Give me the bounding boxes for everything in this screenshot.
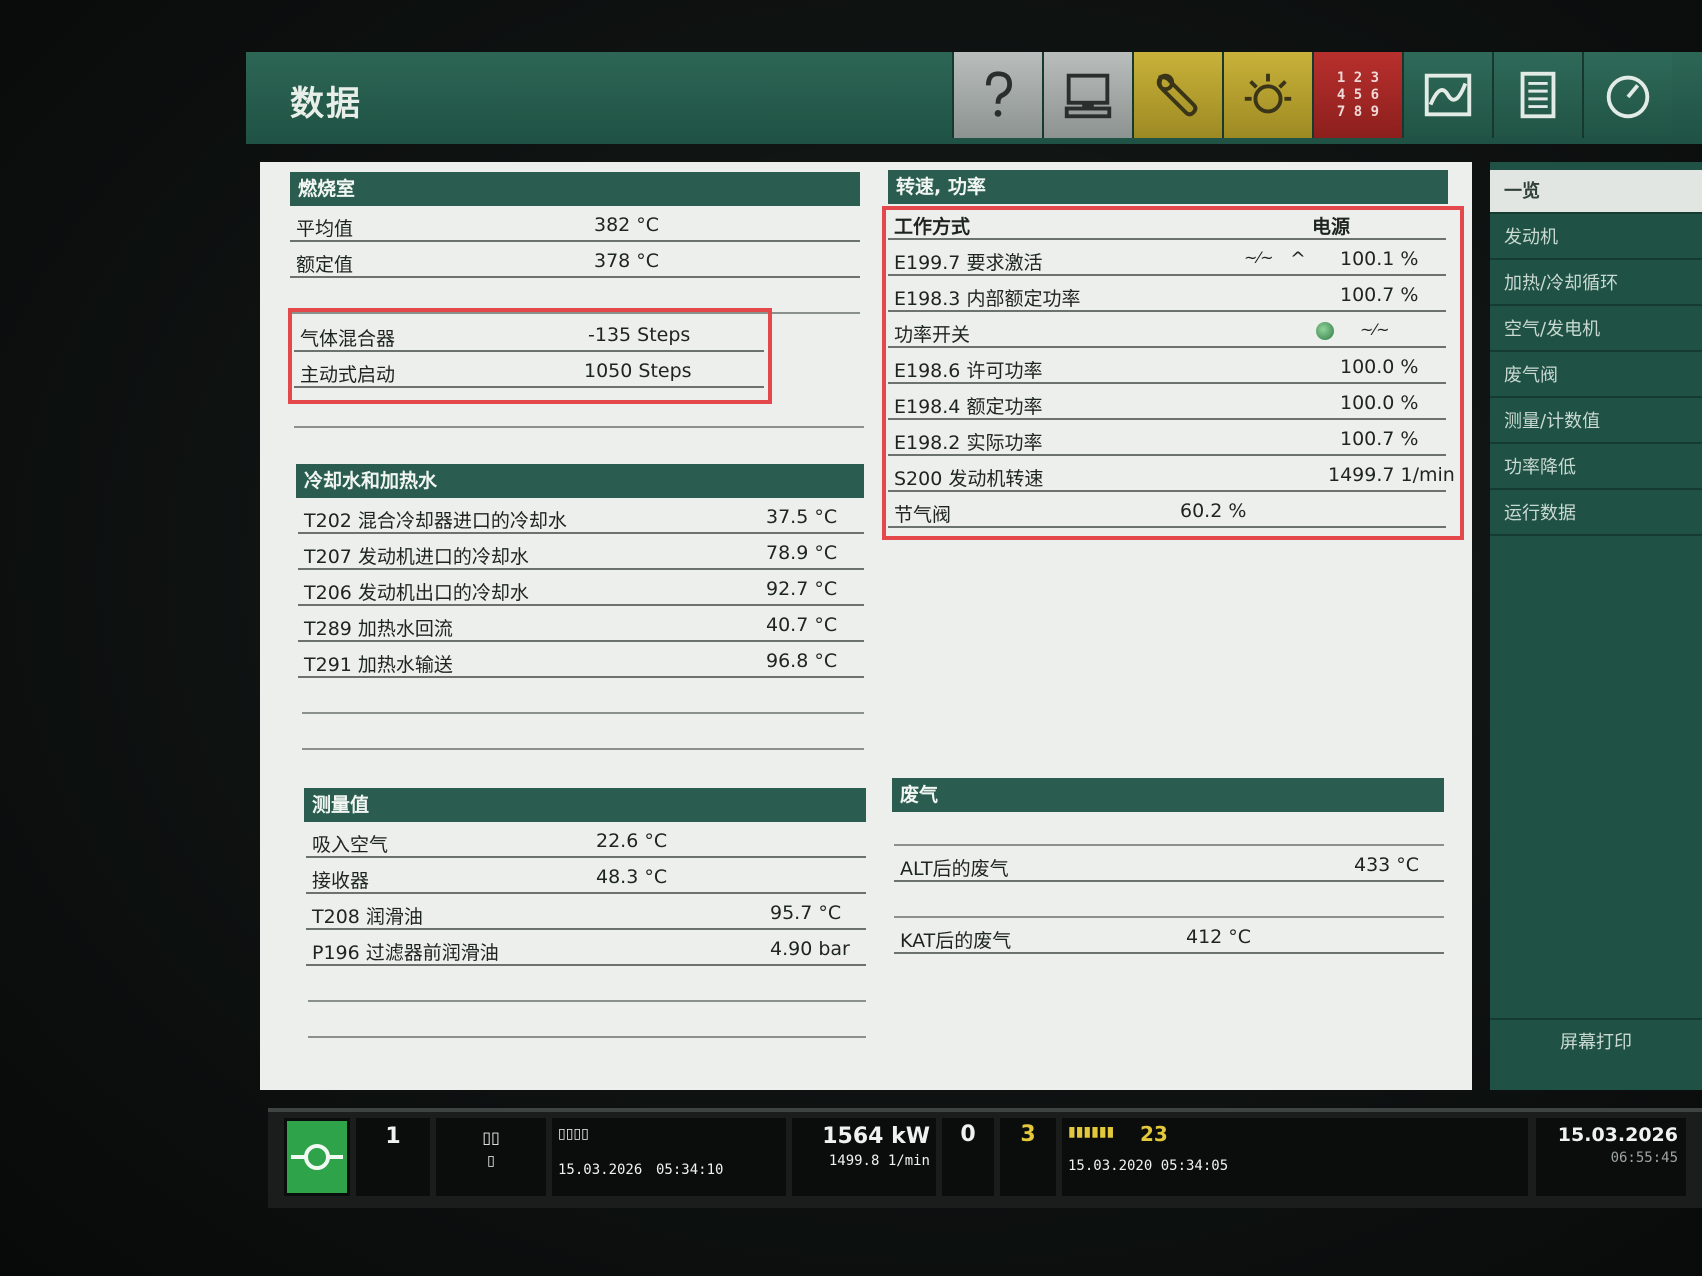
mode-bars-icon: ▯▯ — [482, 1128, 500, 1147]
alarm-bars-icon: ▮▮▮▮▮▮ — [1068, 1124, 1115, 1140]
empty-row — [302, 716, 864, 750]
event-bars-icon: ▯▯▯▯ — [558, 1126, 589, 1142]
table-row: T208 润滑油 95.7 °C — [306, 896, 866, 930]
table-row: P196 过滤器前润滑油 4.90 bar — [306, 932, 866, 966]
gauge-button[interactable] — [1582, 52, 1672, 138]
measured-header: 测量值 — [304, 788, 866, 822]
run-icon — [291, 1144, 343, 1170]
counter-b: 3 — [1000, 1118, 1056, 1196]
event-cell: ▯▯▯▯ 15.03.2026 05:34:10 — [552, 1118, 786, 1196]
exhaust-header: 废气 — [892, 778, 1444, 812]
current-date: 15.03.2026 — [1557, 1124, 1678, 1146]
gauge-icon — [1606, 75, 1650, 119]
trend-button[interactable] — [1402, 52, 1492, 138]
mode-small-icon: ▯ — [487, 1153, 495, 1169]
power-cell: 1564 kW 1499.8 1/min — [792, 1118, 936, 1196]
question-icon — [985, 71, 1013, 117]
table-row: ALT后的废气 433 °C — [894, 848, 1444, 882]
table-row: 接收器 48.3 °C — [306, 860, 866, 894]
sidebar-item-exhaust-valve[interactable]: 废气阀 — [1490, 354, 1702, 398]
counter-a: 0 — [942, 1118, 994, 1196]
table-row: T206 发动机出口的冷却水 92.7 °C — [298, 572, 864, 606]
table-row: T289 加热水回流 40.7 °C — [298, 608, 864, 642]
sidebar-item-overview[interactable]: 一览 — [1490, 170, 1702, 214]
sidebar-item-operating-data[interactable]: 运行数据 — [1490, 492, 1702, 536]
mode-indicator: ▯▯ ▯ — [436, 1118, 546, 1196]
keypad-icon: 1 2 3 4 5 6 7 8 9 — [1336, 69, 1380, 120]
lamp-button[interactable] — [1222, 52, 1312, 138]
sidebar: 一览 发动机 加热/冷却循环 空气/发电机 废气阀 测量/计数值 功率降低 运行… — [1490, 162, 1702, 1090]
lamp-icon — [1244, 73, 1292, 114]
empty-row — [294, 394, 864, 428]
speed-value: 1499.8 1/min — [828, 1153, 930, 1169]
table-row: KAT后的废气 412 °C — [894, 920, 1444, 954]
combustion-header: 燃烧室 — [290, 172, 860, 206]
alarm-cell[interactable]: ▮▮▮▮▮▮ 23 15.03.2020 05:34:05 — [1062, 1118, 1528, 1196]
alarm-count: 23 — [1140, 1122, 1168, 1146]
monitor-icon — [1064, 73, 1112, 119]
list-button[interactable] — [1492, 52, 1582, 138]
keypad-button[interactable]: 1 2 3 4 5 6 7 8 9 — [1312, 52, 1402, 138]
sidebar-item-engine[interactable]: 发动机 — [1490, 216, 1702, 260]
clock-cell: 15.03.2026 06:55:45 — [1536, 1118, 1686, 1196]
table-row: T202 混合冷却器进口的冷却水 37.5 °C — [298, 500, 864, 534]
speed-power-header: 转速, 功率 — [888, 170, 1448, 204]
document-list-icon — [1520, 71, 1556, 119]
empty-row — [302, 680, 864, 714]
trend-chart-icon — [1424, 73, 1472, 117]
highlight-box — [288, 308, 772, 404]
event-date: 15.03.2026 — [558, 1162, 643, 1178]
empty-row — [894, 812, 1444, 846]
table-row: T207 发动机进口的冷却水 78.9 °C — [298, 536, 864, 570]
sidebar-item-power-reduction[interactable]: 功率降低 — [1490, 446, 1702, 490]
service-button[interactable] — [1132, 52, 1222, 138]
sidebar-item-measurements[interactable]: 测量/计数值 — [1490, 400, 1702, 444]
table-row: 额定值 378 °C — [290, 244, 860, 278]
event-time: 05:34:10 — [656, 1162, 724, 1178]
sidebar-item-air-generator[interactable]: 空气/发电机 — [1490, 308, 1702, 352]
power-value: 1564 kW — [822, 1124, 930, 1149]
page-title: 数据 — [290, 84, 362, 124]
cooling-header: 冷却水和加热水 — [296, 464, 864, 498]
table-row: 吸入空气 22.6 °C — [306, 824, 866, 858]
empty-row — [894, 884, 1444, 918]
table-row: T291 加热水输送 96.8 °C — [298, 644, 864, 678]
alarm-timestamp: 15.03.2020 05:34:05 — [1068, 1158, 1229, 1174]
screen-print-button[interactable]: 屏幕打印 — [1490, 1018, 1702, 1066]
wrench-icon — [1156, 73, 1198, 117]
empty-row — [308, 1004, 866, 1038]
help-button[interactable] — [952, 52, 1042, 138]
overview-button[interactable] — [1042, 52, 1132, 138]
run-status-button[interactable] — [284, 1118, 350, 1196]
sidebar-item-heating-cooling[interactable]: 加热/冷却循环 — [1490, 262, 1702, 306]
empty-row — [308, 968, 866, 1002]
table-row: 平均值 382 °C — [290, 208, 860, 242]
unit-number: 1 — [356, 1118, 430, 1196]
current-time: 06:55:45 — [1610, 1150, 1678, 1166]
highlight-box — [882, 206, 1464, 540]
